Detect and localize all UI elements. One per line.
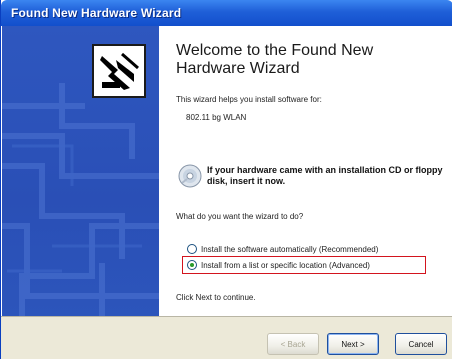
option-install-automatically[interactable]: Install the software automatically (Reco…	[187, 242, 378, 256]
wizard-window: Found New Hardware Wizard Welcome to the…	[0, 0, 452, 359]
next-button[interactable]: Next >	[327, 333, 379, 355]
option-label: Install the software automatically (Reco…	[201, 244, 379, 254]
option-install-from-list[interactable]: Install from a list or specific location…	[187, 258, 370, 272]
title-bar[interactable]: Found New Hardware Wizard	[1, 0, 452, 26]
wizard-sidebar	[2, 26, 159, 316]
cd-prompt-text: If your hardware came with an installati…	[207, 165, 443, 186]
back-button[interactable]: < Back	[267, 333, 319, 355]
cd-icon	[177, 163, 203, 189]
radio-button-selected[interactable]	[187, 260, 197, 270]
button-bar	[1, 316, 452, 359]
question-text: What do you want the wizard to do?	[176, 212, 304, 221]
continue-hint: Click Next to continue.	[176, 293, 256, 302]
hardware-wizard-icon	[92, 44, 146, 98]
radio-button[interactable]	[187, 244, 197, 254]
window-title: Found New Hardware Wizard	[11, 6, 182, 20]
cancel-button[interactable]: Cancel	[395, 333, 447, 355]
wizard-heading: Welcome to the Found New Hardware Wizard	[176, 42, 374, 77]
intro-text: This wizard helps you install software f…	[176, 95, 322, 104]
option-label: Install from a list or specific location…	[201, 260, 370, 270]
device-name: 802.11 bg WLAN	[186, 113, 247, 122]
